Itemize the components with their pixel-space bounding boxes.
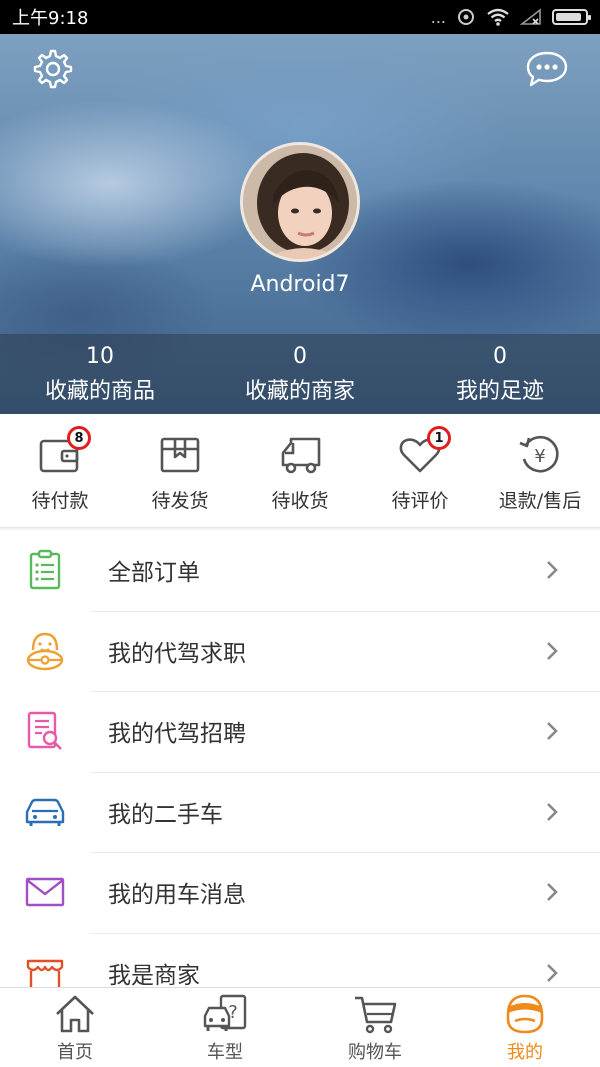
status-bar: 上午9:18 ... — [0, 0, 600, 34]
chevron-right-icon — [544, 558, 560, 582]
stat-value: 0 — [293, 343, 307, 369]
stat-value: 10 — [86, 343, 114, 369]
menu-label: 我的用车消息 — [108, 882, 246, 909]
battery-level — [556, 13, 581, 21]
order-label: 待评价 — [391, 490, 449, 512]
status-dots: ... — [430, 7, 446, 27]
stat-value: 0 — [493, 343, 507, 369]
tab-label: 我的 — [507, 1041, 543, 1063]
chevron-right-icon — [544, 719, 560, 743]
order-pending-payment[interactable]: 8 待付款 — [0, 414, 120, 527]
menu-used-cars[interactable]: 我的二手车 — [0, 771, 600, 853]
order-pending-shipment[interactable]: 待发货 — [120, 414, 240, 527]
envelope-icon — [25, 878, 65, 907]
order-label: 待发货 — [151, 490, 209, 512]
menu-label: 我的二手车 — [108, 801, 223, 828]
signal-icon — [520, 8, 541, 25]
clipboard-icon — [29, 550, 61, 590]
chevron-right-icon — [544, 880, 560, 904]
stat-label: 收藏的商品 — [44, 378, 155, 404]
tab-home[interactable]: 首页 — [0, 988, 150, 1067]
tab-profile[interactable]: 我的 — [450, 988, 600, 1067]
profile-icon — [506, 994, 544, 1033]
wifi-icon — [487, 8, 509, 26]
sync-icon — [458, 9, 474, 25]
menu-label: 我的代驾招聘 — [108, 721, 246, 748]
chevron-right-icon — [544, 800, 560, 824]
bottom-tab-bar: 首页 ? 车型 购物车 我的 — [0, 987, 600, 1067]
box-icon — [160, 437, 200, 473]
status-time: 上午9:18 — [12, 8, 89, 29]
tab-label: 车型 — [207, 1041, 243, 1063]
avatar[interactable] — [240, 142, 360, 262]
tab-cart[interactable]: 购物车 — [300, 988, 450, 1067]
order-status-row: 8 待付款 待发货 待收货 1 待评价 ¥ 退款/售后 — [0, 414, 600, 528]
profile-header: Android7 10 收藏的商品 0 收藏的商家 0 我的足迹 — [0, 34, 600, 414]
menu-driver-recruitment[interactable]: 我的代驾招聘 — [0, 691, 600, 772]
menu-label: 我是商家 — [108, 962, 200, 989]
order-pending-review[interactable]: 1 待评价 — [360, 414, 480, 527]
stat-favorite-merchants[interactable]: 0 收藏的商家 — [200, 334, 400, 414]
status-icons: ... — [430, 7, 591, 27]
messages-button[interactable] — [524, 46, 570, 92]
menu-label: 我的代驾求职 — [108, 640, 246, 667]
gear-icon — [33, 49, 73, 89]
document-search-icon — [27, 712, 62, 751]
order-label: 待收货 — [271, 490, 329, 512]
stats-bar: 10 收藏的商品 0 收藏的商家 0 我的足迹 — [0, 334, 600, 414]
stat-label: 我的足迹 — [455, 378, 544, 404]
menu-list: 全部订单 我的代驾求职 我的代驾招聘 我的二手车 我的用车消息 我是商家 — [0, 530, 600, 1013]
driver-icon — [26, 632, 64, 670]
chevron-right-icon — [544, 639, 560, 663]
menu-label: 全部订单 — [108, 560, 200, 587]
chat-bubble-icon — [526, 51, 568, 87]
menu-driver-job-seeking[interactable]: 我的代驾求职 — [0, 610, 600, 692]
tab-label: 购物车 — [348, 1041, 402, 1063]
battery-icon — [552, 9, 591, 25]
stat-label: 收藏的商家 — [244, 378, 355, 404]
badge: 1 — [427, 426, 451, 450]
username: Android7 — [250, 272, 350, 297]
chevron-right-icon — [544, 961, 560, 985]
car-icon — [25, 798, 65, 826]
refund-icon: ¥ — [519, 435, 559, 473]
menu-car-messages[interactable]: 我的用车消息 — [0, 852, 600, 933]
badge: 8 — [67, 426, 91, 450]
settings-button[interactable] — [30, 46, 76, 92]
cart-icon — [355, 996, 397, 1033]
stat-footprints[interactable]: 0 我的足迹 — [400, 334, 600, 414]
tab-label: 首页 — [57, 1041, 93, 1063]
truck-icon — [281, 437, 321, 474]
order-label: 待付款 — [31, 490, 89, 512]
menu-all-orders[interactable]: 全部订单 — [0, 530, 600, 611]
tab-car-models[interactable]: ? 车型 — [150, 988, 300, 1067]
stat-favorite-products[interactable]: 10 收藏的商品 — [0, 334, 200, 414]
order-refund[interactable]: ¥ 退款/售后 — [480, 414, 600, 527]
svg-text:¥: ¥ — [534, 446, 545, 467]
home-icon — [56, 995, 94, 1032]
order-label: 退款/售后 — [498, 490, 582, 512]
avatar-portrait — [243, 145, 357, 259]
car-model-icon: ? — [203, 994, 247, 1031]
order-pending-receipt[interactable]: 待收货 — [240, 414, 360, 527]
